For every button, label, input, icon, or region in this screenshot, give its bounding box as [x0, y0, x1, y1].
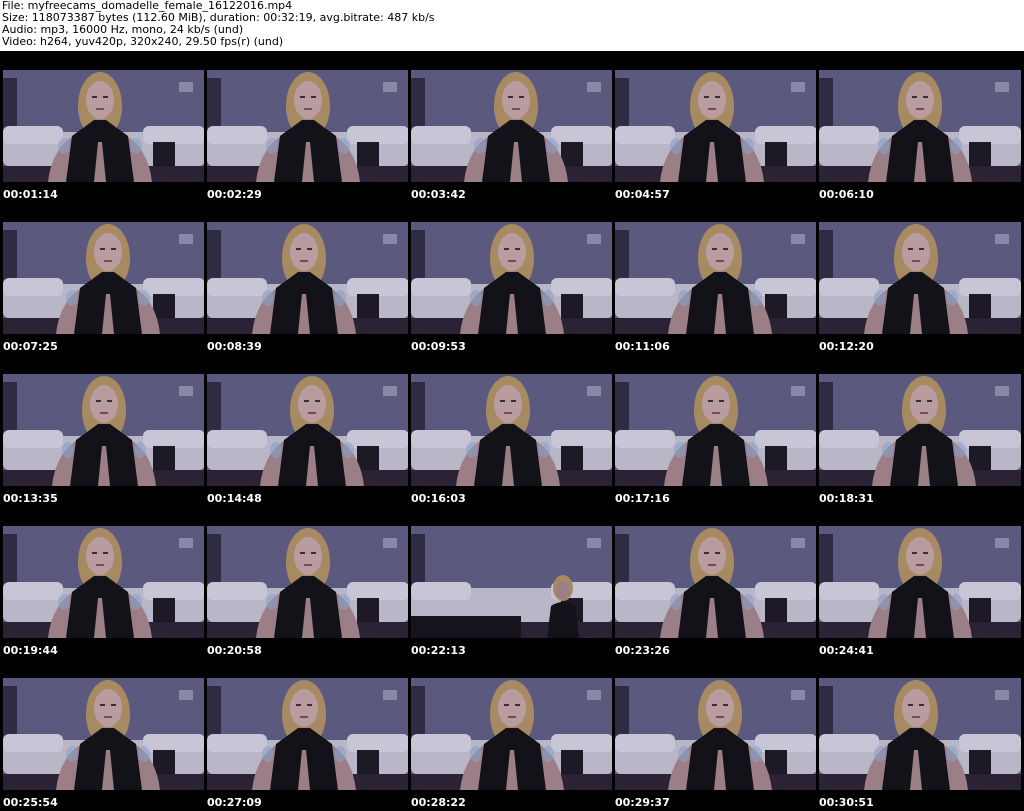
thumbnail-cell: 00:30:51 — [816, 659, 1021, 811]
video-frame-image — [411, 678, 613, 790]
thumbnail-timestamp: 00:24:41 — [819, 644, 874, 657]
thumbnail-timestamp: 00:19:44 — [3, 644, 58, 657]
thumbnail-timestamp: 00:28:22 — [411, 796, 466, 809]
thumbnail-timestamp: 00:30:51 — [819, 796, 874, 809]
video-frame-image — [207, 526, 409, 638]
video-frame-image — [207, 222, 409, 334]
video-frame-image — [819, 222, 1021, 334]
thumbnail-timestamp: 00:08:39 — [207, 340, 262, 353]
video-frame-image — [3, 70, 205, 182]
thumbnail-timestamp: 00:18:31 — [819, 492, 874, 505]
thumbnail-cell: 00:08:39 — [204, 203, 409, 355]
video-frame-image — [819, 70, 1021, 182]
video-frame-image — [615, 678, 817, 790]
thumbnail-timestamp: 00:03:42 — [411, 188, 466, 201]
video-info-line: Video: h264, yuv420p, 320x240, 29.50 fps… — [2, 35, 284, 48]
thumbnail-cell: 00:01:14 — [0, 51, 205, 203]
file-info-header: File: myfreecams_domadelle_female_161220… — [0, 0, 1024, 51]
thumbnail-timestamp: 00:01:14 — [3, 188, 58, 201]
thumbnail-timestamp: 00:23:26 — [615, 644, 670, 657]
thumbnail-timestamp: 00:04:57 — [615, 188, 670, 201]
video-frame-image — [819, 374, 1021, 486]
thumbnail-timestamp: 00:25:54 — [3, 796, 58, 809]
video-frame-image — [207, 678, 409, 790]
video-frame-image — [3, 222, 205, 334]
thumbnail-timestamp: 00:07:25 — [3, 340, 58, 353]
thumbnail-cell: 00:14:48 — [204, 355, 409, 507]
video-frame-image — [615, 374, 817, 486]
video-frame-image — [615, 70, 817, 182]
thumbnail-cell: 00:04:57 — [612, 51, 817, 203]
thumbnail-cell: 00:06:10 — [816, 51, 1021, 203]
thumbnail-timestamp: 00:29:37 — [615, 796, 670, 809]
thumbnail-timestamp: 00:12:20 — [819, 340, 874, 353]
thumbnail-timestamp: 00:11:06 — [615, 340, 670, 353]
video-frame-image — [3, 678, 205, 790]
thumbnail-timestamp: 00:22:13 — [411, 644, 466, 657]
thumbnail-timestamp: 00:14:48 — [207, 492, 262, 505]
thumbnail-cell: 00:18:31 — [816, 355, 1021, 507]
thumbnail-timestamp: 00:09:53 — [411, 340, 466, 353]
thumbnail-cell: 00:28:22 — [408, 659, 613, 811]
thumbnail-grid: 00:01:14 00:02:29 00:03:42 00:04:57 00:06:10… — [0, 51, 1024, 811]
thumbnail-cell: 00:02:29 — [204, 51, 409, 203]
thumbnail-cell: 00:22:13 — [408, 507, 613, 659]
thumbnail-timestamp: 00:27:09 — [207, 796, 262, 809]
thumbnail-timestamp: 00:20:58 — [207, 644, 262, 657]
thumbnail-cell: 00:13:35 — [0, 355, 205, 507]
video-frame-image — [207, 374, 409, 486]
video-frame-image — [3, 526, 205, 638]
video-frame-image — [819, 678, 1021, 790]
thumbnail-cell: 00:09:53 — [408, 203, 613, 355]
thumbnail-cell: 00:25:54 — [0, 659, 205, 811]
video-frame-image — [411, 70, 613, 182]
video-frame-image — [819, 526, 1021, 638]
thumbnail-cell: 00:27:09 — [204, 659, 409, 811]
thumbnail-cell: 00:16:03 — [408, 355, 613, 507]
video-frame-image — [411, 222, 613, 334]
thumbnail-timestamp: 00:13:35 — [3, 492, 58, 505]
video-frame-image — [615, 222, 817, 334]
thumbnail-cell: 00:19:44 — [0, 507, 205, 659]
thumbnail-cell: 00:17:16 — [612, 355, 817, 507]
video-frame-image — [411, 374, 613, 486]
video-frame-image — [411, 526, 613, 638]
video-frame-image — [207, 70, 409, 182]
thumbnail-cell: 00:29:37 — [612, 659, 817, 811]
thumbnail-cell: 00:11:06 — [612, 203, 817, 355]
thumbnail-cell: 00:23:26 — [612, 507, 817, 659]
thumbnail-cell: 00:03:42 — [408, 51, 613, 203]
thumbnail-cell: 00:07:25 — [0, 203, 205, 355]
thumbnail-timestamp: 00:17:16 — [615, 492, 670, 505]
thumbnail-cell: 00:12:20 — [816, 203, 1021, 355]
thumbnail-timestamp: 00:16:03 — [411, 492, 466, 505]
thumbnail-timestamp: 00:06:10 — [819, 188, 874, 201]
video-frame-image — [3, 374, 205, 486]
thumbnail-timestamp: 00:02:29 — [207, 188, 262, 201]
video-frame-image — [615, 526, 817, 638]
thumbnail-cell: 00:20:58 — [204, 507, 409, 659]
thumbnail-cell: 00:24:41 — [816, 507, 1021, 659]
